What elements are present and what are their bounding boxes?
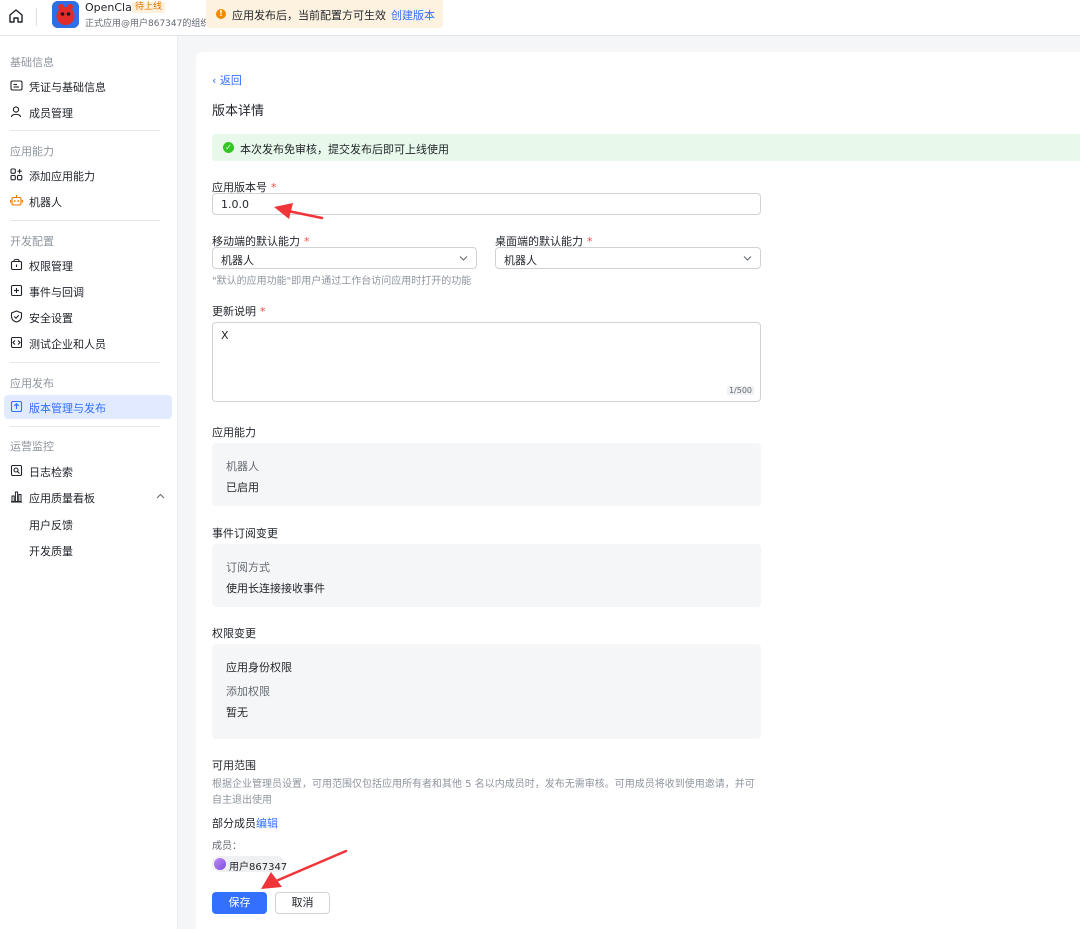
sidebar: 基础信息 凭证与基础信息 成员管理 应用能力 添加应用能力 机器人 开发配置 权… — [0, 36, 178, 929]
scope-description: 根据企业管理员设置，可用范围仅包括应用所有者和其他 5 名以内成员时，发布无需审… — [212, 779, 755, 806]
chevron-down-icon — [743, 256, 752, 261]
sidebar-item-feedback[interactable]: 用户反馈 — [29, 517, 73, 533]
robot-icon — [10, 195, 23, 206]
capability-title: 应用能力 — [212, 426, 256, 439]
member-name: 用户867347 — [229, 862, 288, 873]
version-value: 1.0.0 — [221, 198, 249, 211]
sidebar-divider — [10, 362, 160, 363]
sidebar-group-ops: 运营监控 — [10, 440, 54, 453]
scope-mode: 部分成员 — [212, 817, 256, 830]
success-banner: ✓ 本次发布免审核，提交发布后即可上线使用 — [212, 134, 1080, 161]
perm-box: 应用身份权限 添加权限 暂无 — [212, 644, 761, 739]
default-hint: "默认的应用功能"即用户通过工作台访问应用时打开的功能 — [212, 276, 472, 287]
mobile-default-select[interactable]: 机器人 — [212, 247, 477, 269]
capability-box: 机器人 已启用 — [212, 443, 761, 506]
sidebar-item-label: 版本管理与发布 — [29, 402, 106, 415]
sidebar-item-label: 测试企业和人员 — [29, 338, 106, 351]
sidebar-item-label: 事件与回调 — [29, 286, 84, 299]
upload-icon — [10, 400, 23, 413]
permission-icon — [10, 258, 23, 271]
sidebar-item-version[interactable]: 版本管理与发布 — [4, 395, 172, 419]
back-label: 返回 — [219, 74, 242, 87]
sidebar-item-credentials[interactable]: 凭证与基础信息 — [4, 74, 172, 98]
top-bar: OpenClaw 待上线 正式应用@用户867347的组织 ! 应用发布后，当前… — [0, 0, 1080, 36]
chevron-up-icon[interactable] — [156, 492, 165, 501]
sidebar-item-security[interactable]: 安全设置 — [4, 305, 172, 329]
sidebar-item-members[interactable]: 成员管理 — [4, 100, 172, 124]
create-version-link[interactable]: 创建版本 — [391, 7, 435, 23]
notes-textarea[interactable]: X 1/500 — [212, 322, 761, 402]
sidebar-group-dev: 开发配置 — [10, 235, 54, 248]
sidebar-item-label: 机器人 — [29, 196, 62, 209]
log-search-icon — [10, 464, 23, 477]
scope-title: 可用范围 — [212, 759, 256, 772]
event-key: 订阅方式 — [226, 561, 270, 574]
code-icon — [10, 336, 23, 349]
bar-chart-icon — [11, 491, 22, 503]
desktop-default-value: 机器人 — [504, 254, 537, 267]
cancel-button[interactable]: 取消 — [275, 892, 330, 914]
sidebar-item-quality[interactable]: 应用质量看板 — [4, 485, 172, 509]
back-link[interactable]: ‹ 返回 — [212, 72, 242, 88]
sidebar-item-label: 权限管理 — [29, 260, 73, 273]
page-title: 版本详情 — [212, 104, 265, 119]
sidebar-group-publish: 应用发布 — [10, 377, 54, 390]
save-button[interactable]: 保存 — [212, 892, 267, 914]
notes-value: X — [221, 329, 229, 342]
sidebar-item-label: 安全设置 — [29, 312, 73, 325]
sidebar-item-add-capability[interactable]: 添加应用能力 — [4, 163, 172, 187]
sidebar-item-label: 日志检索 — [29, 466, 73, 479]
sidebar-divider — [10, 130, 160, 131]
mobile-default-value: 机器人 — [221, 254, 254, 267]
chevron-down-icon — [459, 256, 468, 261]
notes-label: 更新说明 * — [212, 305, 266, 318]
app-org: 正式应用@用户867347的组织 — [85, 19, 210, 29]
sidebar-item-permissions[interactable]: 权限管理 — [4, 253, 172, 277]
perm-key-added: 添加权限 — [226, 685, 270, 698]
chevron-left-icon: ‹ — [212, 74, 217, 87]
sidebar-item-logs[interactable]: 日志检索 — [4, 459, 172, 483]
warning-icon: ! — [216, 9, 226, 19]
perm-value: 暂无 — [226, 706, 248, 719]
sidebar-group-basic: 基础信息 — [10, 56, 54, 69]
shield-icon — [10, 310, 23, 323]
divider — [36, 8, 37, 26]
desktop-default-select[interactable]: 机器人 — [495, 247, 761, 269]
sidebar-item-dev-quality[interactable]: 开发质量 — [29, 543, 73, 559]
event-title: 事件订阅变更 — [212, 527, 278, 540]
sidebar-item-label: 凭证与基础信息 — [29, 81, 106, 94]
member-chip: 用户867347 — [212, 856, 288, 873]
user-icon — [10, 106, 22, 118]
sidebar-item-label: 成员管理 — [29, 107, 73, 120]
sidebar-group-capability: 应用能力 — [10, 145, 54, 158]
credentials-icon — [10, 80, 23, 91]
sidebar-item-test-org[interactable]: 测试企业和人员 — [4, 331, 172, 355]
event-box: 订阅方式 使用长连接接收事件 — [212, 544, 761, 607]
char-counter: 1/500 — [726, 386, 754, 395]
add-capability-icon — [10, 168, 23, 181]
notice-text: 应用发布后，当前配置方可生效 — [232, 9, 386, 22]
perm-key-identity: 应用身份权限 — [226, 661, 292, 674]
scope-edit-link[interactable]: 编辑 — [256, 815, 278, 831]
capability-value: 已启用 — [226, 481, 259, 494]
sidebar-item-label: 添加应用能力 — [29, 170, 95, 183]
perm-title: 权限变更 — [212, 627, 256, 640]
notice-banner: ! 应用发布后，当前配置方可生效 创建版本 — [206, 0, 443, 28]
sidebar-divider — [10, 220, 160, 221]
sidebar-item-robot[interactable]: 机器人 — [4, 189, 172, 213]
sidebar-item-label: 应用质量看板 — [29, 492, 95, 505]
sidebar-item-events[interactable]: 事件与回调 — [4, 279, 172, 303]
check-circle-icon: ✓ — [223, 142, 234, 153]
members-label: 成员： — [212, 841, 242, 852]
event-value: 使用长连接接收事件 — [226, 582, 325, 595]
success-text: 本次发布免审核，提交发布后即可上线使用 — [240, 143, 449, 156]
event-icon — [10, 284, 23, 297]
home-icon[interactable] — [7, 7, 25, 25]
status-badge: 待上线 — [132, 2, 166, 13]
sidebar-divider — [10, 426, 160, 427]
version-input[interactable]: 1.0.0 — [212, 193, 761, 215]
app-logo — [52, 1, 79, 28]
capability-key: 机器人 — [226, 460, 259, 473]
avatar — [214, 858, 226, 870]
